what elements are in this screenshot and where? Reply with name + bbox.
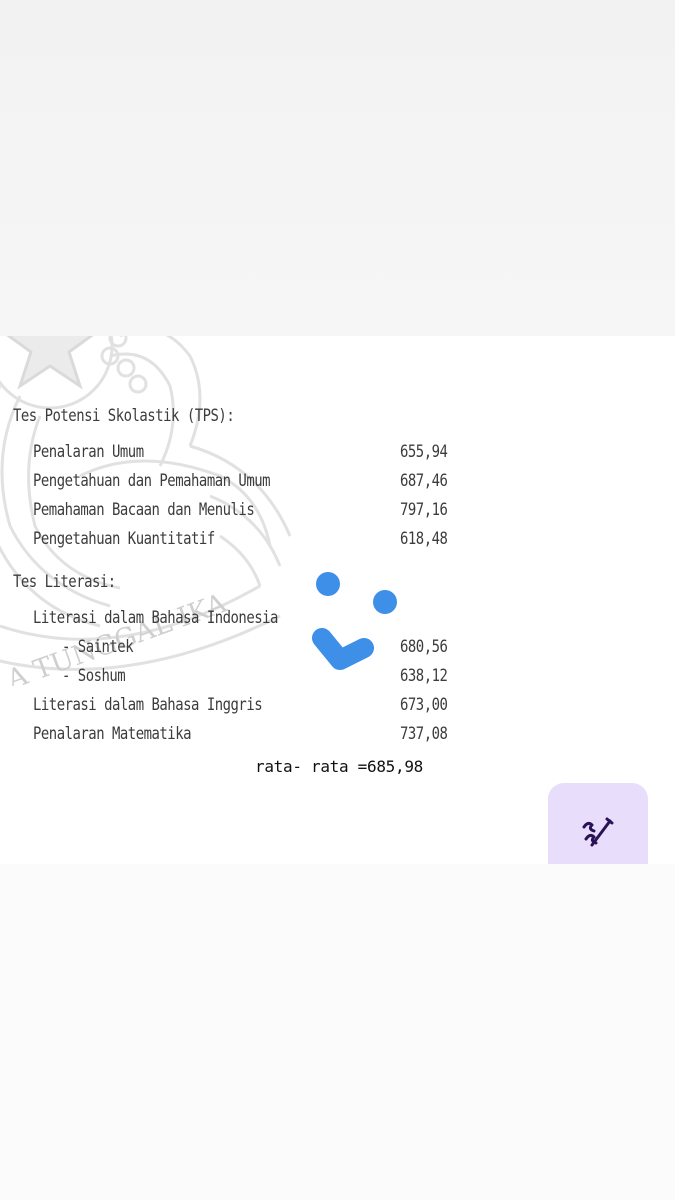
soshum-label: - Soshum xyxy=(62,666,126,686)
literasi-inggris-label: Literasi dalam Bahasa Inggris xyxy=(33,695,263,715)
magic-edit-icon xyxy=(582,817,614,847)
tps-item-value: 687,46 xyxy=(400,471,448,491)
magic-edit-button[interactable] xyxy=(548,783,648,864)
tps-item-label: Pemahaman Bacaan dan Menulis xyxy=(33,500,255,520)
tps-heading: Tes Potensi Skolastik (TPS): xyxy=(13,406,235,426)
tps-item-value: 797,16 xyxy=(400,500,448,520)
penalaran-matematika-label: Penalaran Matematika xyxy=(33,724,192,744)
tps-item-value: 618,48 xyxy=(400,529,448,549)
penalaran-matematika-value: 737,08 xyxy=(400,724,448,744)
saintek-label: - Saintek xyxy=(62,637,134,657)
bottom-blank-area xyxy=(0,864,675,1200)
literasi-heading: Tes Literasi: xyxy=(13,572,116,592)
top-blank-area xyxy=(0,0,675,336)
literasi-indonesia-label: Literasi dalam Bahasa Indonesia xyxy=(33,608,278,628)
average-annotation: rata- rata =685,98 xyxy=(255,757,423,776)
tps-item-label: Penalaran Umum xyxy=(33,442,144,462)
tps-item-label: Pengetahuan Kuantitatif xyxy=(33,529,215,549)
tps-item-value: 655,94 xyxy=(400,442,448,462)
loading-spinner-icon xyxy=(312,572,397,670)
tps-item-label: Pengetahuan dan Pemahaman Umum xyxy=(33,471,271,491)
literasi-inggris-value: 673,00 xyxy=(400,695,448,715)
